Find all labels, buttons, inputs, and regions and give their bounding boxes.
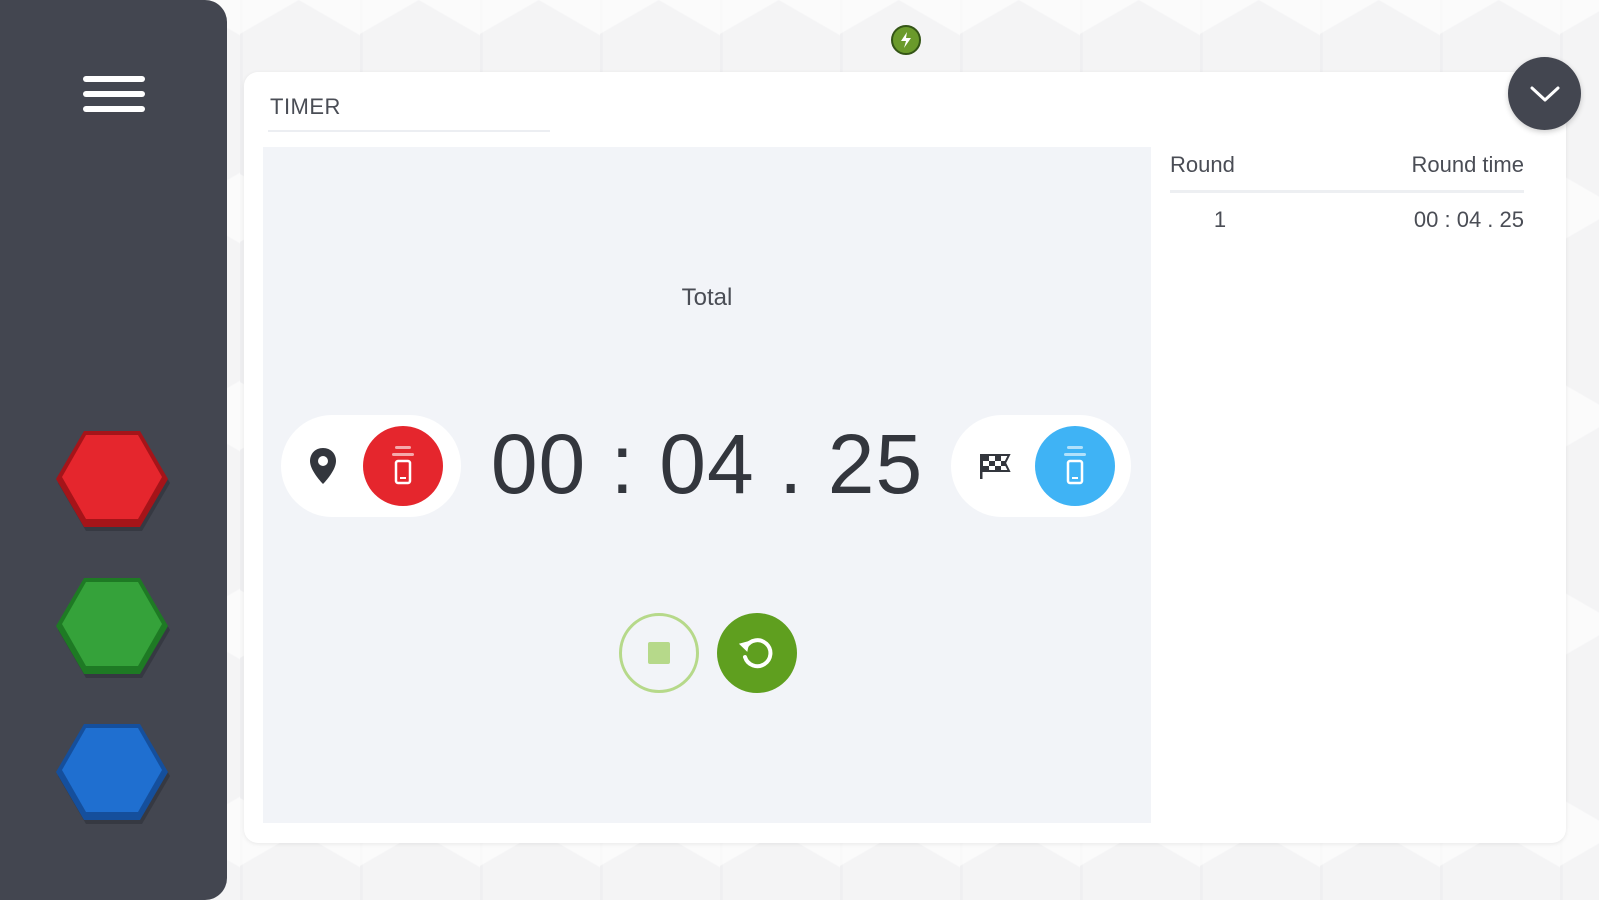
blue-hex-button[interactable] [54, 720, 172, 830]
rounds-header: Round Round time [1170, 152, 1524, 193]
collapse-button[interactable] [1508, 57, 1581, 130]
start-gate [281, 415, 461, 517]
timer-panel: Total 00 : 04 . 25 [263, 147, 1151, 823]
table-row: 1 00 : 04 . 25 [1170, 193, 1524, 233]
finish-device-button[interactable] [1035, 426, 1115, 506]
reset-button[interactable] [717, 613, 797, 693]
lightning-icon [901, 32, 911, 48]
stop-icon [648, 642, 670, 664]
round-time: 00 : 04 . 25 [1413, 207, 1524, 232]
finish-gate [951, 415, 1131, 517]
column-header-round: Round [1170, 152, 1235, 177]
checkered-flag-icon [967, 438, 1023, 494]
location-pin-icon [295, 438, 351, 494]
start-device-button[interactable] [363, 426, 443, 506]
sidebar [0, 0, 227, 900]
status-indicator [891, 25, 921, 55]
reset-icon [738, 638, 773, 669]
hamburger-menu-icon[interactable] [74, 62, 154, 126]
stop-button[interactable] [619, 613, 699, 693]
chevron-down-icon [1530, 86, 1559, 101]
rounds-table: Round Round time 1 00 : 04 . 25 [1170, 152, 1524, 233]
round-number: 1 [1213, 207, 1227, 232]
phone-device-icon [392, 446, 414, 485]
phone-device-icon [1064, 446, 1086, 485]
column-header-round-time: Round time [1411, 152, 1524, 177]
red-hex-button[interactable] [54, 427, 172, 537]
title-divider [268, 130, 550, 132]
card-title: TIMER [270, 94, 341, 119]
green-hex-button[interactable] [54, 574, 172, 684]
timer-display: 00 : 04 . 25 [490, 417, 924, 511]
total-label: Total [681, 284, 733, 311]
